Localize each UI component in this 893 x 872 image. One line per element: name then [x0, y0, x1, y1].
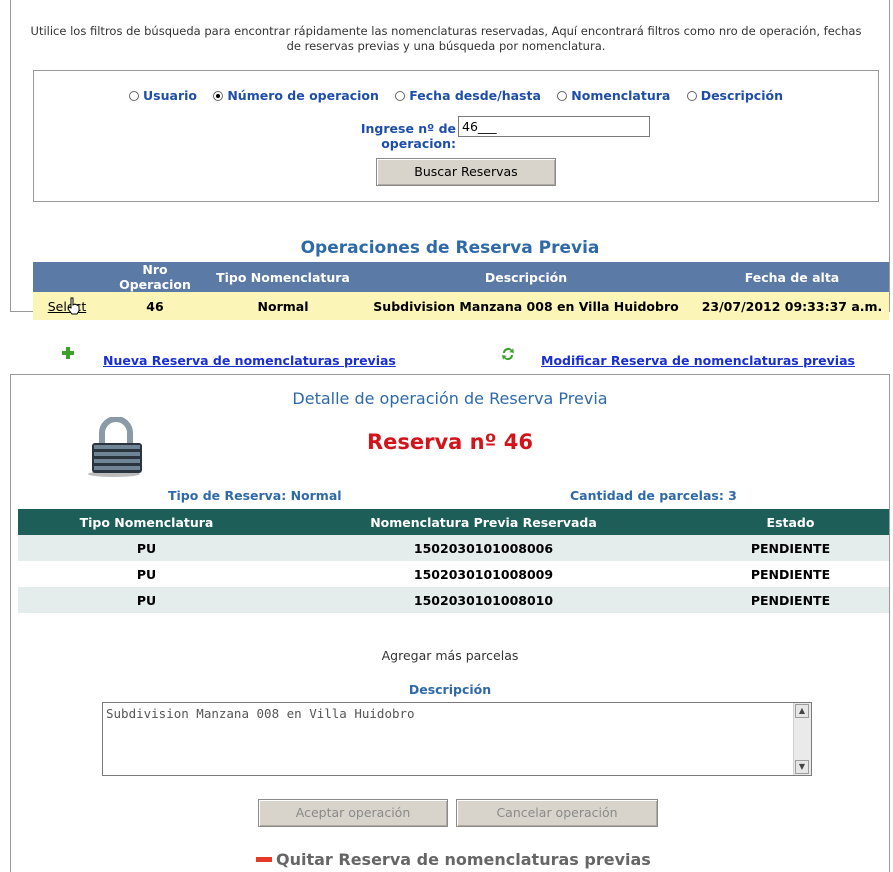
operation-number-label: Ingrese nº de operacion: — [360, 121, 456, 151]
column-header: Tipo Nomenclatura — [209, 262, 357, 292]
hand-cursor-icon — [67, 297, 80, 315]
add-parcels-label[interactable]: Agregar más parcelas — [10, 648, 890, 663]
reservation-type: Tipo de Reserva: Normal — [168, 488, 342, 503]
description-label: Descripción — [408, 682, 492, 697]
column-header: Estado — [692, 509, 889, 535]
table-header-row: Tipo Nomenclatura Nomenclatura Previa Re… — [18, 509, 889, 535]
radio-fecha[interactable]: Fecha desde/hasta — [395, 88, 541, 103]
textarea-scrollbar[interactable]: ▲ ▼ — [793, 703, 811, 775]
column-header: Descripción — [357, 262, 695, 292]
nomenclatura-cell: 1502030101008009 — [275, 561, 692, 587]
radio-usuario[interactable]: Usuario — [129, 88, 197, 103]
new-reservation-link[interactable]: Nueva Reserva de nomenclaturas previas — [103, 353, 396, 368]
operations-table: Nro Operacion Tipo Nomenclatura Descripc… — [33, 262, 889, 320]
scroll-down-icon[interactable]: ▼ — [795, 760, 809, 774]
column-header: Nomenclatura Previa Reservada — [275, 509, 692, 535]
radio-label: Descripción — [700, 88, 783, 103]
radio-label: Número de operacion — [227, 88, 379, 103]
minus-icon[interactable] — [256, 857, 272, 862]
column-header: Fecha de alta — [695, 262, 889, 292]
radio-circle[interactable] — [686, 91, 697, 101]
tipo-cell: PU — [18, 587, 275, 613]
table-row[interactable]: Select 46 Normal Subdivision Manzana 008… — [33, 292, 889, 320]
column-header: Nro Operacion — [101, 262, 209, 292]
radio-nomenclatura[interactable]: Nomenclatura — [557, 88, 670, 103]
estado-cell: PENDIENTE — [692, 535, 889, 561]
plus-icon[interactable] — [62, 347, 74, 359]
radio-circle[interactable] — [129, 91, 140, 101]
column-header: Tipo Nomenclatura — [18, 509, 275, 535]
descripcion-cell: Subdivision Manzana 008 en Villa Huidobr… — [357, 292, 695, 320]
nro-cell: 46 — [101, 292, 209, 320]
detail-title: Detalle de operación de Reserva Previa — [292, 389, 608, 408]
filter-radio-group: Usuario Número de operacion Fecha desde/… — [33, 88, 879, 103]
tipo-cell: PU — [18, 535, 275, 561]
cancel-operation-button[interactable]: Cancelar operación — [456, 799, 658, 827]
remove-reservation-link[interactable]: Quitar Reserva de nomenclaturas previas — [276, 850, 651, 869]
nomenclatura-cell: 1502030101008010 — [275, 587, 692, 613]
nomenclatura-cell: 1502030101008006 — [275, 535, 692, 561]
modify-reservation-link[interactable]: Modificar Reserva de nomenclaturas previ… — [541, 353, 855, 368]
scroll-up-icon[interactable]: ▲ — [795, 704, 809, 718]
intro-text: Utilice los filtros de búsqueda para enc… — [12, 24, 880, 54]
description-text[interactable]: Subdivision Manzana 008 en Villa Huidobr… — [106, 706, 415, 721]
accept-operation-button[interactable]: Aceptar operación — [258, 799, 448, 827]
intro-line-1: Utilice los filtros de búsqueda para enc… — [30, 24, 862, 38]
radio-label: Usuario — [143, 88, 197, 103]
parcels-table: Tipo Nomenclatura Nomenclatura Previa Re… — [18, 509, 889, 613]
search-reservations-button[interactable]: Buscar Reservas — [376, 158, 556, 186]
radio-circle[interactable] — [395, 91, 406, 101]
table-row: PU 1502030101008010 PENDIENTE — [18, 587, 889, 613]
estado-cell: PENDIENTE — [692, 587, 889, 613]
reservation-number: Reserva nº 46 — [366, 430, 533, 454]
radio-circle[interactable] — [557, 91, 568, 101]
table-row: PU 1502030101008009 PENDIENTE — [18, 561, 889, 587]
estado-cell: PENDIENTE — [692, 561, 889, 587]
table-row: PU 1502030101008006 PENDIENTE — [18, 535, 889, 561]
select-cell[interactable]: Select — [33, 292, 101, 320]
refresh-icon[interactable] — [500, 346, 516, 362]
column-header — [33, 262, 101, 292]
parcel-count: Cantidad de parcelas: 3 — [570, 488, 737, 503]
radio-circle[interactable] — [213, 91, 224, 101]
operations-title: Operaciones de Reserva Previa — [300, 238, 600, 258]
radio-label: Fecha desde/hasta — [409, 88, 541, 103]
radio-descripcion[interactable]: Descripción — [686, 88, 783, 103]
operation-number-input[interactable] — [458, 116, 650, 137]
table-header-row: Nro Operacion Tipo Nomenclatura Descripc… — [33, 262, 889, 292]
fecha-cell: 23/07/2012 09:33:37 a.m. — [695, 292, 889, 320]
intro-line-2: de reservas previas y una búsqueda por n… — [286, 39, 606, 53]
radio-numero-operacion[interactable]: Número de operacion — [213, 88, 379, 103]
tipo-cell: Normal — [209, 292, 357, 320]
radio-label: Nomenclatura — [571, 88, 671, 103]
tipo-cell: PU — [18, 561, 275, 587]
